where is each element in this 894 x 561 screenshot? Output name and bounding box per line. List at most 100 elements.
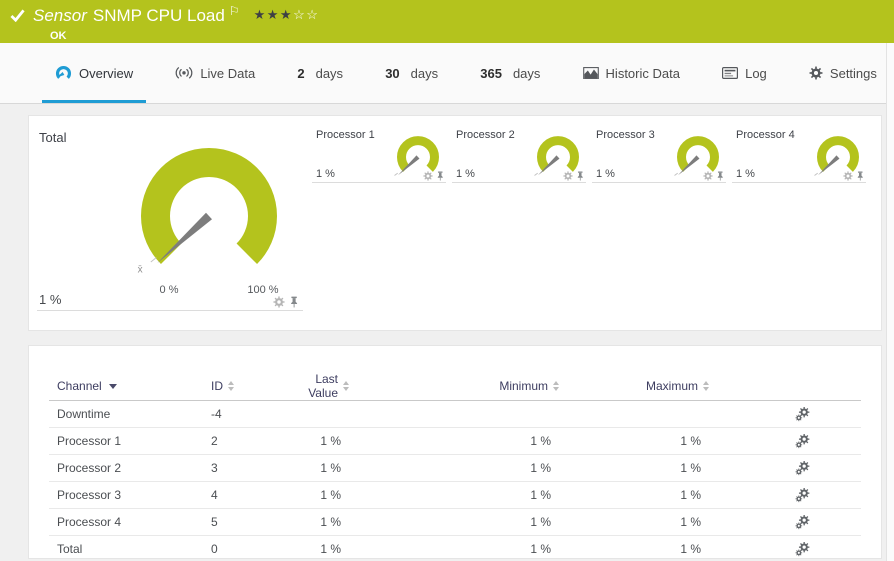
channel-label: Total [39,130,66,145]
cell-minimum [349,401,559,428]
channel-settings-icon[interactable] [795,461,810,476]
cell-maximum: 1 % [559,455,709,482]
cell-maximum: 1 % [559,509,709,536]
star-icon: ★ [280,7,293,22]
channel-value: 1 % [596,168,615,180]
table-row[interactable]: Total01 %1 %1 % [49,536,861,561]
object-kind-label: Sensor [33,6,87,25]
scrollbar-track[interactable] [886,43,894,561]
tab-365-days[interactable]: 365 days [467,43,553,103]
cell-minimum: 1 % [349,428,559,455]
star-icon: ☆ [293,7,306,22]
col-header-id[interactable]: ID [211,379,234,393]
table-row[interactable]: Processor 121 %1 %1 % [49,428,861,455]
pin-icon[interactable] [716,171,725,181]
tab-label: days [513,66,540,81]
col-label: Channel [57,379,102,393]
col-label: ID [211,379,223,393]
cell-channel: Processor 4 [49,509,199,536]
gauges-panel: Total x̄ 0 % 100 % 1 % Processor 11 %Pro… [28,115,882,331]
cell-channel: Downtime [49,401,199,428]
channel-label: Processor 1 [316,129,375,141]
gear-icon[interactable] [423,171,433,181]
status-badge: OK [50,30,319,42]
gauge-actions [423,171,445,181]
cell-channel: Total [49,536,199,561]
tab-label: days [411,66,438,81]
tab-label: Live Data [200,66,255,81]
flag-icon[interactable]: ⚐ [229,2,240,21]
cell-maximum [559,401,709,428]
tab-live-data[interactable]: Live Data [162,43,268,103]
table-row[interactable]: Processor 341 %1 %1 % [49,482,861,509]
sensor-header-bar: Sensor SNMP CPU Load ⚐ ★★★☆☆ OK [0,0,894,43]
cell-last-value: 1 % [289,428,349,455]
processor-gauge-cell: Processor 3 1 % [592,126,726,183]
cell-minimum: 1 % [349,482,559,509]
gauge-max-label: 100 % [243,284,283,296]
svg-text:x̄: x̄ [138,264,143,275]
channel-label: Processor 3 [596,129,655,141]
cell-last-value [289,401,349,428]
col-label: Last Value [289,372,338,400]
cell-id: 4 [199,482,289,509]
priority-stars[interactable]: ★★★☆☆ [254,5,320,24]
gauge-actions [843,171,865,181]
cell-maximum: 1 % [559,536,709,561]
tab-historic-data[interactable]: Historic Data [570,43,693,103]
channel-settings-icon[interactable] [795,515,810,530]
cell-last-value: 1 % [289,509,349,536]
table-row[interactable]: Processor 451 %1 %1 % [49,509,861,536]
tab-settings[interactable]: Settings [796,43,890,103]
col-header-maximum[interactable]: Maximum [646,379,709,393]
processor-gauge-cell: Processor 2 1 % [452,126,586,183]
channel-table: Channel ID Last Value Minimum Maximum [49,372,861,561]
col-header-last-value[interactable]: Last Value [289,372,349,400]
gauge-actions [273,296,299,308]
pin-icon[interactable] [856,171,865,181]
cell-maximum: 1 % [559,428,709,455]
total-gauge-cell: Total x̄ 0 % 100 % 1 % [37,126,303,311]
prtg-sensor-page: Sensor SNMP CPU Load ⚐ ★★★☆☆ OK Overview… [0,0,894,561]
cell-minimum: 1 % [349,509,559,536]
tab-number: 30 [385,66,399,81]
log-icon [722,67,738,79]
cell-id: 0 [199,536,289,561]
tab-log[interactable]: Log [709,43,780,103]
tab-2-days[interactable]: 2 days [284,43,356,103]
page-title: SNMP CPU Load [93,6,225,25]
channel-settings-icon[interactable] [795,407,810,422]
area-chart-icon [583,67,599,80]
pin-icon[interactable] [436,171,445,181]
star-icon: ☆ [306,7,319,22]
pin-icon[interactable] [576,171,585,181]
gear-icon[interactable] [563,171,573,181]
channel-settings-icon[interactable] [795,488,810,503]
cell-minimum: 1 % [349,455,559,482]
channel-settings-icon[interactable] [795,434,810,449]
tab-30-days[interactable]: 30 days [372,43,451,103]
gauge-icon [55,65,72,82]
gear-icon[interactable] [273,296,285,308]
tab-label: Overview [79,66,133,81]
star-icon: ★ [254,7,267,22]
gear-icon[interactable] [843,171,853,181]
tab-overview[interactable]: Overview [42,43,146,103]
sort-icon [703,381,709,391]
table-row[interactable]: Processor 231 %1 %1 % [49,455,861,482]
channel-value: 1 % [456,168,475,180]
col-header-minimum[interactable]: Minimum [499,379,559,393]
sort-desc-icon [109,384,117,389]
live-data-icon [175,67,193,79]
tab-number: 2 [297,66,304,81]
pin-icon[interactable] [289,296,299,308]
table-row[interactable]: Downtime-4 [49,401,861,428]
cell-id: -4 [199,401,289,428]
cell-last-value: 1 % [289,455,349,482]
channel-table-body: Downtime-4Processor 121 %1 %1 %Processor… [49,401,861,561]
channel-label: Processor 2 [456,129,515,141]
channel-settings-icon[interactable] [795,542,810,557]
total-gauge: x̄ [129,136,289,296]
gear-icon[interactable] [703,171,713,181]
col-header-channel[interactable]: Channel [57,379,117,393]
